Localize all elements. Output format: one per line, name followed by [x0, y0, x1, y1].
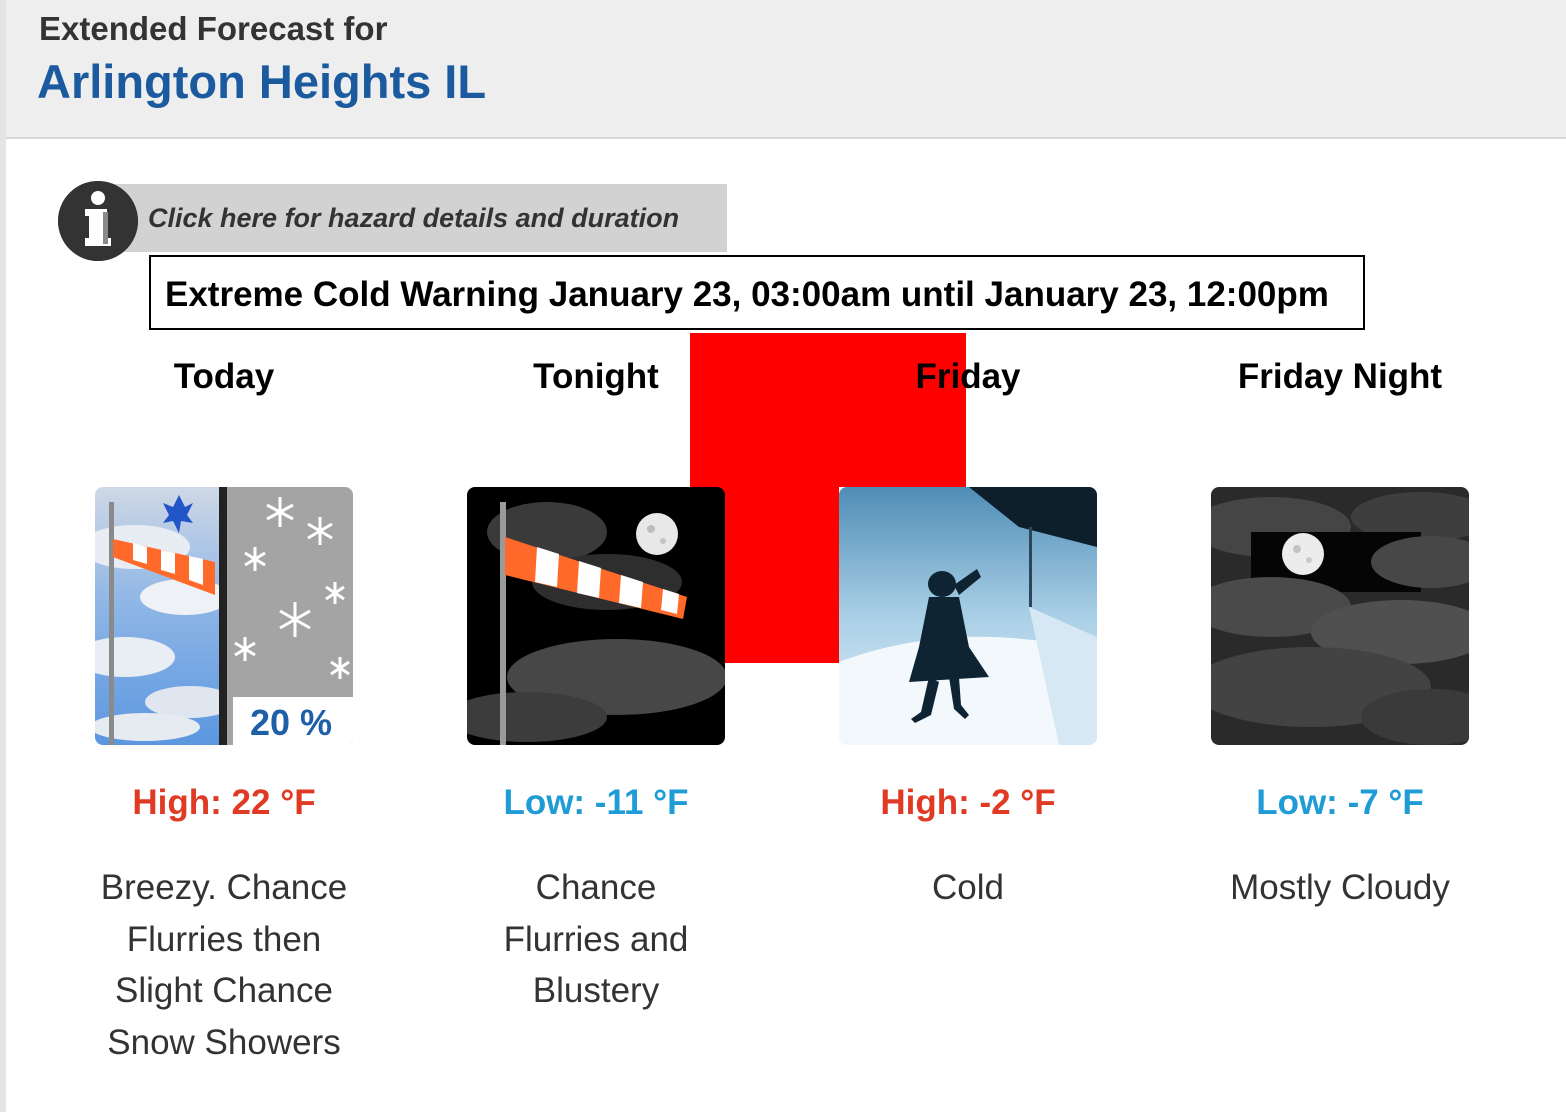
- forecast-page: Extended Forecast for Arlington Heights …: [0, 0, 1566, 1112]
- desc-friday: Cold: [932, 868, 1004, 907]
- temp-tonight: Low: -11 °F: [503, 783, 689, 822]
- temp-friday-night: Low: -7 °F: [1256, 783, 1424, 822]
- windy-night-icon[interactable]: [467, 487, 725, 745]
- header-subtitle: Extended Forecast for: [39, 10, 388, 47]
- temp-friday: High: -2 °F: [880, 783, 1056, 822]
- desc-tonight: Chance Flurries and Blustery: [503, 868, 689, 1010]
- period-name-today: Today: [173, 357, 275, 396]
- hazard-details-link[interactable]: Click here for hazard details and durati…: [148, 203, 679, 234]
- left-border: [0, 0, 6, 1112]
- desc-today: Breezy. Chance Flurries then Slight Chan…: [100, 868, 348, 1062]
- period-name-friday: Friday: [915, 357, 1021, 396]
- cloudy-night-icon[interactable]: [1211, 487, 1469, 745]
- warning-text: Extreme Cold Warning January 23, 03:00am…: [165, 275, 1329, 314]
- info-icon[interactable]: [58, 181, 138, 261]
- temp-today: High: 22 °F: [132, 783, 316, 822]
- extreme-cold-warning[interactable]: Extreme Cold Warning January 23, 03:00am…: [149, 255, 1365, 330]
- pop-label: 20 %: [250, 702, 332, 743]
- period-name-friday-night: Friday Night: [1237, 357, 1443, 396]
- cold-icon[interactable]: [839, 487, 1097, 745]
- windy-snow-icon[interactable]: 20 %: [95, 487, 353, 745]
- forecast-header: Extended Forecast for Arlington Heights …: [6, 0, 1566, 139]
- desc-friday-night: Mostly Cloudy: [1230, 868, 1450, 907]
- location-title: Arlington Heights IL: [37, 55, 487, 108]
- period-name-tonight: Tonight: [533, 357, 659, 396]
